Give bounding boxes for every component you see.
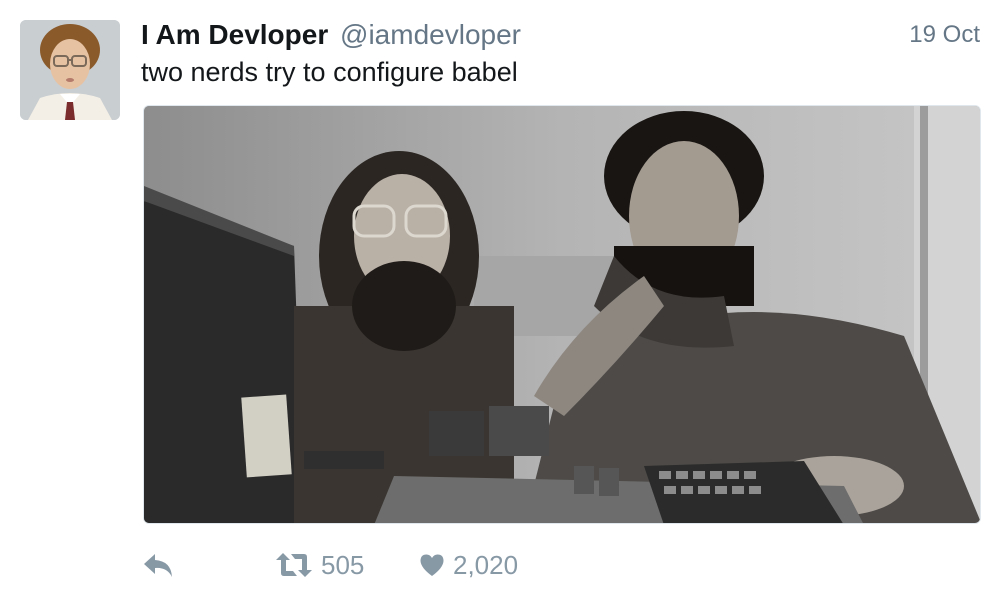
tweet-actions: 505 2,020 [141,545,741,585]
heart-icon [420,554,444,576]
retweet-count: 505 [321,550,365,580]
author-avatar[interactable] [20,20,120,120]
tweet-media-photo[interactable] [143,105,981,524]
retweet-button[interactable]: 505 [275,545,364,585]
avatar-photo [20,20,120,120]
tweet-text: two nerds try to configure babel [141,57,518,87]
like-count: 2,020 [453,550,519,580]
tweet: I Am Devloper @iamdevloper 19 Oct two ne… [0,0,1002,602]
tweet-header: I Am Devloper @iamdevloper 19 Oct [141,17,980,53]
author-handle[interactable]: @iamdevloper [340,19,521,50]
author-display-name[interactable]: I Am Devloper [141,19,328,50]
tweet-timestamp[interactable]: 19 Oct [909,17,980,53]
like-button[interactable]: 2,020 [419,545,518,585]
retweet-icon [276,553,312,577]
reply-button[interactable] [141,545,175,585]
photo-image [144,106,980,523]
reply-icon [144,554,172,577]
